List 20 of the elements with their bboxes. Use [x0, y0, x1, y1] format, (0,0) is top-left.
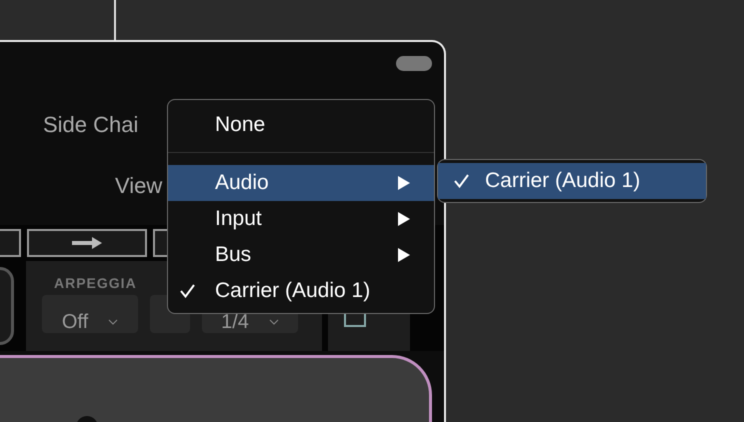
checkmark-icon: [180, 284, 195, 298]
checkmark-icon: [454, 174, 469, 188]
menu-item[interactable]: Input: [168, 201, 434, 237]
menu-item[interactable]: Carrier (Audio 1): [438, 163, 706, 199]
view-label: View: [115, 173, 162, 199]
arrow-button[interactable]: [27, 229, 147, 257]
menu-item[interactable]: Bus: [168, 237, 434, 273]
submenu-arrow-icon: [398, 212, 410, 226]
side-chain-label: Side Chai: [43, 112, 138, 138]
window-control-pill[interactable]: [396, 56, 432, 71]
submenu-arrow-icon: [398, 176, 410, 190]
chevron-down-icon: [268, 319, 279, 325]
arpeggiator-label: ARPEGGIA: [54, 275, 137, 291]
submenu-arrow-icon: [398, 248, 410, 262]
chevron-down-icon: [108, 319, 118, 325]
mode-dropdown[interactable]: Off: [42, 295, 138, 333]
menu-item[interactable]: Audio: [168, 165, 434, 201]
menu-item[interactable]: None: [168, 107, 434, 143]
right-arrow-icon: [72, 237, 102, 249]
toolbar-button[interactable]: [0, 229, 21, 257]
